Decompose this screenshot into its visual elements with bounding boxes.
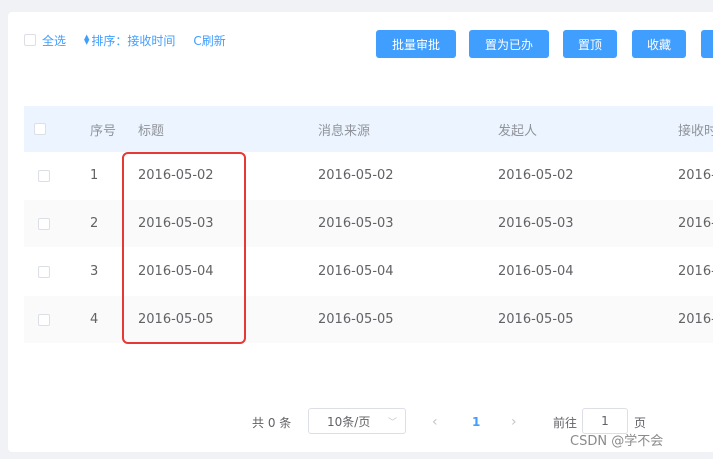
table-row[interactable]: 3 2016-05-04 2016-05-04 2016-05-04 2016-: [24, 248, 713, 296]
row-title: 2016-05-04: [138, 264, 214, 279]
pin-top-button[interactable]: 置顶: [563, 30, 617, 58]
chevron-right-icon[interactable]: ›: [511, 408, 517, 436]
row-checkbox[interactable]: [38, 265, 50, 278]
row-initiator: 2016-05-03: [498, 216, 574, 231]
row-checkbox-cell[interactable]: [38, 296, 50, 343]
csdn-watermark: CSDN @学不会: [570, 434, 664, 449]
row-checkbox-cell[interactable]: [38, 152, 50, 199]
sort-label: 排序：接收时间: [91, 33, 176, 48]
row-checkbox[interactable]: [38, 217, 50, 230]
pagination-total: 共 0 条: [252, 415, 292, 430]
row-received: 2016-: [678, 168, 713, 183]
header-checkbox-cell[interactable]: [34, 106, 46, 152]
sort-icon: ▲ ▼: [84, 33, 90, 46]
row-source: 2016-05-05: [318, 312, 394, 327]
select-all-checkbox[interactable]: [24, 34, 36, 46]
row-source: 2016-05-04: [318, 264, 394, 279]
table-row[interactable]: 2 2016-05-03 2016-05-03 2016-05-03 2016-: [24, 200, 713, 248]
favorite-button[interactable]: 收藏: [632, 30, 686, 58]
row-checkbox-cell[interactable]: [38, 200, 50, 247]
table-row[interactable]: 4 2016-05-05 2016-05-05 2016-05-05 2016-: [24, 296, 713, 344]
page-number-current[interactable]: 1: [472, 408, 480, 436]
chevron-left-icon[interactable]: ‹: [432, 408, 438, 436]
row-source: 2016-05-03: [318, 216, 394, 231]
row-initiator: 2016-05-04: [498, 264, 574, 279]
chevron-down-icon: ﹀: [387, 418, 397, 428]
row-received: 2016-: [678, 264, 713, 279]
column-header-source: 消息来源: [318, 123, 371, 139]
column-header-received: 接收时: [678, 123, 713, 139]
column-header-index: 序号: [90, 123, 117, 139]
row-title: 2016-05-03: [138, 216, 214, 231]
page-size-select[interactable]: 10条/页 ﹀: [308, 408, 406, 434]
header-checkbox[interactable]: [34, 123, 46, 135]
table-row[interactable]: 1 2016-05-02 2016-05-02 2016-05-02 2016-: [24, 152, 713, 200]
row-title: 2016-05-02: [138, 168, 214, 183]
select-all[interactable]: 全选: [24, 32, 66, 49]
row-index: 4: [90, 312, 99, 327]
row-title: 2016-05-05: [138, 312, 214, 327]
message-table: 序号 标题 消息来源 发起人 接收时 1 2016-05-02 2016-05-…: [24, 106, 713, 344]
more-button[interactable]: [701, 30, 713, 58]
row-source: 2016-05-02: [318, 168, 394, 183]
column-header-initiator: 发起人: [498, 123, 538, 139]
toolbar-left: 全选 ▲ ▼ 排序：接收时间 C刷新: [24, 32, 244, 48]
message-list-panel: 全选 ▲ ▼ 排序：接收时间 C刷新 批量审批 置为已办 置顶 收藏 序号 标题 …: [8, 12, 713, 452]
mark-done-button[interactable]: 置为已办: [469, 30, 549, 58]
row-received: 2016-: [678, 216, 713, 231]
row-checkbox-cell[interactable]: [38, 248, 50, 295]
row-index: 2: [90, 216, 99, 231]
batch-approve-button[interactable]: 批量审批: [376, 30, 456, 58]
row-received: 2016-: [678, 312, 713, 327]
row-initiator: 2016-05-05: [498, 312, 574, 327]
page-size-value: 10条/页: [327, 414, 371, 429]
select-all-label: 全选: [42, 33, 67, 48]
row-checkbox[interactable]: [38, 169, 50, 182]
row-checkbox[interactable]: [38, 313, 50, 326]
column-header-title: 标题: [138, 123, 165, 139]
sort-control[interactable]: ▲ ▼ 排序：接收时间: [84, 32, 175, 49]
row-index: 3: [90, 264, 99, 279]
row-index: 1: [90, 168, 99, 183]
refresh-control[interactable]: C刷新: [193, 32, 225, 49]
row-initiator: 2016-05-02: [498, 168, 574, 183]
table-header: 序号 标题 消息来源 发起人 接收时: [24, 106, 713, 152]
refresh-label: C刷新: [193, 33, 226, 48]
